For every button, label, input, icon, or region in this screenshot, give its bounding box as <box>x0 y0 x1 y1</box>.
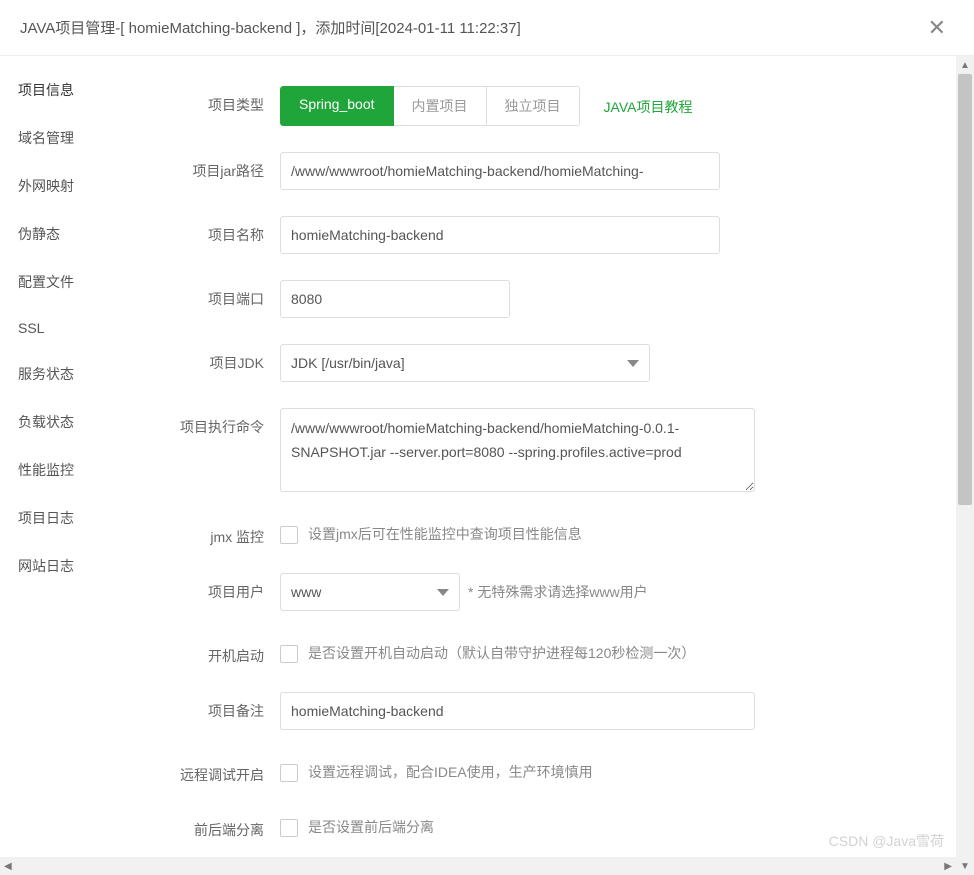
exec-cmd-textarea[interactable]: /www/wwwroot/homieMatching-backend/homie… <box>280 408 755 492</box>
sidebar-item-rewrite[interactable]: 伪静态 <box>0 210 140 258</box>
sidebar-item-perf-monitor[interactable]: 性能监控 <box>0 446 140 494</box>
port-input[interactable] <box>280 280 510 318</box>
jdk-select[interactable]: JDK [/usr/bin/java] <box>280 344 650 382</box>
row-user: 项目用户 www * 无特殊需求请选择www用户 <box>160 573 934 611</box>
row-remote-debug: 远程调试开启 设置远程调试，配合IDEA使用，生产环境慎用 <box>160 756 934 785</box>
dialog-title: JAVA项目管理-[ homieMatching-backend ]，添加时间[… <box>20 17 521 38</box>
sidebar-item-label: 配置文件 <box>18 274 74 290</box>
user-select[interactable]: www <box>280 573 460 611</box>
content-wrap: 项目类型 Spring_boot 内置项目 独立项目 JAVA项目教程 项目ja… <box>140 56 974 875</box>
sidebar-item-label: 网站日志 <box>18 558 74 574</box>
scroll-thumb[interactable] <box>958 74 972 505</box>
label-remote-debug: 远程调试开启 <box>160 756 280 785</box>
user-hint: * 无特殊需求请选择www用户 <box>468 582 648 602</box>
row-jmx: jmx 监控 设置jmx后可在性能监控中查询项目性能信息 <box>160 518 934 547</box>
row-port: 项目端口 <box>160 280 934 318</box>
chevron-down-icon <box>627 360 639 367</box>
scroll-right-icon[interactable]: ▶ <box>944 861 952 872</box>
sidebar-item-label: 项目信息 <box>18 82 74 98</box>
label-exec-cmd: 项目执行命令 <box>160 408 280 437</box>
jdk-select-value: JDK [/usr/bin/java] <box>291 355 405 371</box>
label-project-type: 项目类型 <box>160 86 280 115</box>
content[interactable]: 项目类型 Spring_boot 内置项目 独立项目 JAVA项目教程 项目ja… <box>140 56 974 875</box>
jmx-checkbox[interactable] <box>280 526 298 544</box>
seg-spring-boot[interactable]: Spring_boot <box>280 86 394 126</box>
sidebar-item-site-log[interactable]: 网站日志 <box>0 542 140 590</box>
horizontal-scrollbar[interactable]: ◀ ▶ <box>0 857 956 875</box>
row-exec-cmd: 项目执行命令 /www/wwwroot/homieMatching-backen… <box>160 408 934 492</box>
sidebar-item-label: SSL <box>18 320 44 336</box>
label-port: 项目端口 <box>160 280 280 309</box>
scroll-track[interactable] <box>956 74 974 857</box>
sidebar-item-project-log[interactable]: 项目日志 <box>0 494 140 542</box>
sidebar-item-load-status[interactable]: 负载状态 <box>0 398 140 446</box>
scroll-up-icon[interactable]: ▲ <box>956 56 974 74</box>
project-type-segmented: Spring_boot 内置项目 独立项目 <box>280 86 580 126</box>
project-name-input[interactable] <box>280 216 720 254</box>
label-jdk: 项目JDK <box>160 344 280 373</box>
sidebar-item-label: 伪静态 <box>18 226 60 242</box>
remark-input[interactable] <box>280 692 755 730</box>
row-remark: 项目备注 <box>160 692 934 730</box>
row-fe-be-split: 前后端分离 是否设置前后端分离 <box>160 811 934 840</box>
outer-scrollbar[interactable]: ▲ ▼ <box>956 56 974 875</box>
dialog: JAVA项目管理-[ homieMatching-backend ]，添加时间[… <box>0 0 974 875</box>
row-autostart: 开机启动 是否设置开机自动启动（默认自带守护进程每120秒检测一次） <box>160 637 934 666</box>
remote-debug-desc: 设置远程调试，配合IDEA使用，生产环境慎用 <box>308 762 593 782</box>
sidebar-item-label: 负载状态 <box>18 414 74 430</box>
remote-debug-checkbox[interactable] <box>280 764 298 782</box>
label-user: 项目用户 <box>160 573 280 602</box>
dialog-header: JAVA项目管理-[ homieMatching-backend ]，添加时间[… <box>0 0 974 56</box>
seg-builtin[interactable]: 内置项目 <box>394 86 487 126</box>
jmx-desc: 设置jmx后可在性能监控中查询项目性能信息 <box>308 524 582 544</box>
user-select-value: www <box>291 584 321 600</box>
sidebar-item-project-info[interactable]: 项目信息 <box>0 66 140 114</box>
sidebar-item-nat[interactable]: 外网映射 <box>0 162 140 210</box>
row-project-name: 项目名称 <box>160 216 934 254</box>
sidebar-item-ssl[interactable]: SSL <box>0 306 140 350</box>
sidebar-item-label: 外网映射 <box>18 178 74 194</box>
control-project-type: Spring_boot 内置项目 独立项目 JAVA项目教程 <box>280 86 934 126</box>
label-autostart: 开机启动 <box>160 637 280 666</box>
jar-path-input[interactable] <box>280 152 720 190</box>
fe-be-split-checkbox[interactable] <box>280 819 298 837</box>
autostart-checkbox[interactable] <box>280 645 298 663</box>
sidebar-item-domain[interactable]: 域名管理 <box>0 114 140 162</box>
label-remark: 项目备注 <box>160 692 280 721</box>
sidebar-item-label: 项目日志 <box>18 510 74 526</box>
sidebar: 项目信息 域名管理 外网映射 伪静态 配置文件 SSL 服务状态 负载状态 性能… <box>0 56 140 875</box>
row-jdk: 项目JDK JDK [/usr/bin/java] <box>160 344 934 382</box>
fe-be-split-desc: 是否设置前后端分离 <box>308 817 434 837</box>
label-jmx: jmx 监控 <box>160 518 280 547</box>
sidebar-item-label: 性能监控 <box>18 462 74 478</box>
sidebar-item-label: 域名管理 <box>18 130 74 146</box>
close-icon[interactable]: ✕ <box>920 13 954 43</box>
sidebar-item-config[interactable]: 配置文件 <box>0 258 140 306</box>
row-project-type: 项目类型 Spring_boot 内置项目 独立项目 JAVA项目教程 <box>160 86 934 126</box>
dialog-body: 项目信息 域名管理 外网映射 伪静态 配置文件 SSL 服务状态 负载状态 性能… <box>0 56 974 875</box>
java-tutorial-link[interactable]: JAVA项目教程 <box>604 95 693 117</box>
label-fe-be-split: 前后端分离 <box>160 811 280 840</box>
sidebar-item-service-status[interactable]: 服务状态 <box>0 350 140 398</box>
row-jar-path: 项目jar路径 <box>160 152 934 190</box>
autostart-desc: 是否设置开机自动启动（默认自带守护进程每120秒检测一次） <box>308 643 695 663</box>
label-project-name: 项目名称 <box>160 216 280 245</box>
scroll-down-icon[interactable]: ▼ <box>956 857 974 875</box>
label-jar-path: 项目jar路径 <box>160 152 280 181</box>
chevron-down-icon <box>437 589 449 596</box>
scroll-left-icon[interactable]: ◀ <box>4 861 12 872</box>
sidebar-item-label: 服务状态 <box>18 366 74 382</box>
seg-standalone[interactable]: 独立项目 <box>487 86 580 126</box>
